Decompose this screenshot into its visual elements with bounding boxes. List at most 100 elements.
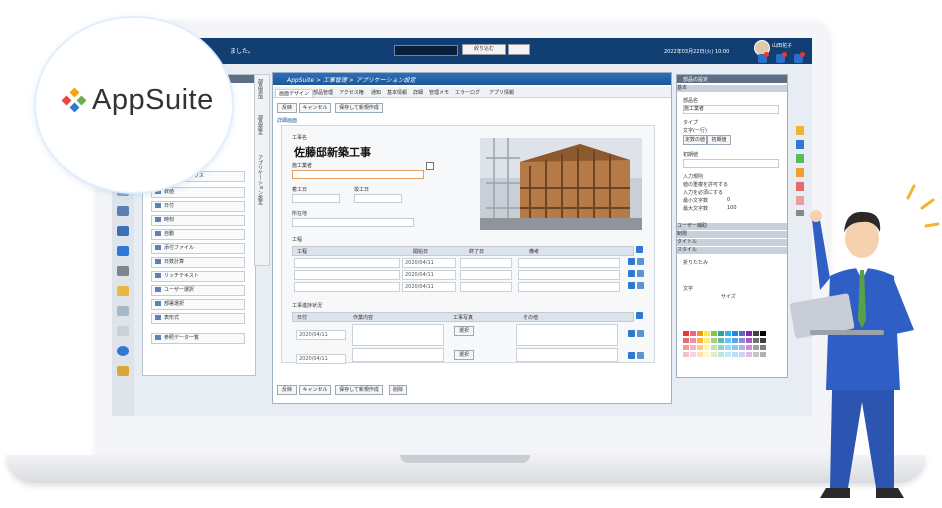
lock-icon[interactable] bbox=[117, 366, 129, 376]
contractor-input[interactable] bbox=[292, 170, 424, 179]
process-name-cell[interactable] bbox=[294, 282, 400, 292]
section-limit[interactable]: 制限 bbox=[677, 231, 787, 238]
required-checkbox[interactable]: 入力を必須にする bbox=[683, 189, 723, 196]
copy-icon[interactable] bbox=[637, 352, 644, 359]
color-swatch[interactable] bbox=[753, 338, 759, 343]
add-row-icon[interactable] bbox=[636, 312, 643, 319]
color-swatch[interactable] bbox=[711, 352, 717, 357]
folder-icon[interactable] bbox=[117, 286, 129, 296]
form-tab[interactable]: 詳細画面 bbox=[277, 117, 297, 124]
color-swatch[interactable] bbox=[683, 345, 689, 350]
tab-access[interactable]: アクセス権 bbox=[339, 89, 364, 96]
color-swatch[interactable] bbox=[718, 331, 724, 336]
color-swatch[interactable] bbox=[704, 331, 710, 336]
color-swatch[interactable] bbox=[683, 352, 689, 357]
color-swatch[interactable] bbox=[732, 345, 738, 350]
message-icon[interactable] bbox=[776, 52, 787, 63]
process-start-cell[interactable]: 2020/04/11 bbox=[402, 282, 456, 292]
color-swatch[interactable] bbox=[683, 331, 689, 336]
process-name-cell[interactable] bbox=[294, 258, 400, 268]
palette-item[interactable]: 自動 bbox=[151, 229, 245, 240]
select-photo-button[interactable]: 選択 bbox=[454, 326, 474, 336]
color-swatch[interactable] bbox=[725, 352, 731, 357]
color-swatch[interactable] bbox=[690, 352, 696, 357]
section-basic[interactable]: 基本 bbox=[677, 85, 787, 92]
palette-item[interactable]: 添付ファイル bbox=[151, 243, 245, 254]
tag-yellow[interactable] bbox=[796, 126, 804, 135]
color-swatch[interactable] bbox=[718, 352, 724, 357]
color-swatch[interactable] bbox=[753, 352, 759, 357]
section-title[interactable]: タイトル bbox=[677, 239, 787, 246]
process-note-cell[interactable] bbox=[518, 270, 620, 280]
color-swatch[interactable] bbox=[690, 331, 696, 336]
tab-parts[interactable]: 部品管理 bbox=[313, 89, 333, 96]
tab-basic[interactable]: 基本情報 bbox=[387, 89, 407, 96]
color-swatch[interactable] bbox=[683, 338, 689, 343]
copy-icon[interactable] bbox=[637, 282, 644, 289]
color-swatch[interactable] bbox=[690, 345, 696, 350]
add-row-icon[interactable] bbox=[636, 246, 643, 253]
color-swatch[interactable] bbox=[711, 331, 717, 336]
palette-item[interactable]: 部署選択 bbox=[151, 299, 245, 310]
color-swatch[interactable] bbox=[739, 338, 745, 343]
color-swatch[interactable] bbox=[732, 352, 738, 357]
palette-item[interactable]: ユーザー選択 bbox=[151, 285, 245, 296]
color-swatch[interactable] bbox=[760, 331, 766, 336]
color-swatch[interactable] bbox=[732, 338, 738, 343]
process-end-cell[interactable] bbox=[460, 270, 512, 280]
color-swatch[interactable] bbox=[690, 338, 696, 343]
palette-item[interactable]: リッチテキスト bbox=[151, 271, 245, 282]
address-input[interactable] bbox=[292, 218, 414, 227]
process-start-cell[interactable]: 2020/04/11 bbox=[402, 258, 456, 268]
color-swatch[interactable] bbox=[697, 331, 703, 336]
progress-work-cell[interactable] bbox=[352, 324, 444, 346]
tag-orange[interactable] bbox=[796, 168, 804, 177]
vtab-part-settings[interactable]: 部品設定 bbox=[257, 115, 264, 135]
color-swatch[interactable] bbox=[746, 352, 752, 357]
palette-item[interactable]: 日数計算 bbox=[151, 257, 245, 268]
color-swatch[interactable] bbox=[704, 338, 710, 343]
process-note-cell[interactable] bbox=[518, 282, 620, 292]
color-swatch[interactable] bbox=[739, 331, 745, 336]
add-icon[interactable] bbox=[628, 282, 635, 289]
color-swatch[interactable] bbox=[718, 345, 724, 350]
color-swatch[interactable] bbox=[746, 345, 752, 350]
process-name-cell[interactable] bbox=[294, 270, 400, 280]
footer-save-and-new-button[interactable]: 保存して新規作成 bbox=[335, 385, 383, 395]
color-swatch[interactable] bbox=[697, 352, 703, 357]
help-icon[interactable] bbox=[117, 346, 129, 356]
color-swatch[interactable] bbox=[753, 345, 759, 350]
palette-item[interactable]: 時刻 bbox=[151, 215, 245, 226]
color-swatch[interactable] bbox=[753, 331, 759, 336]
footer-delete-button[interactable]: 削除 bbox=[389, 385, 407, 395]
process-start-cell[interactable]: 2020/04/11 bbox=[402, 270, 456, 280]
progress-other-cell[interactable] bbox=[516, 348, 618, 362]
default-input[interactable] bbox=[683, 159, 779, 168]
printer-icon[interactable] bbox=[117, 246, 129, 256]
process-end-cell[interactable] bbox=[460, 258, 512, 268]
section-style[interactable]: スタイル bbox=[677, 247, 787, 254]
color-swatch[interactable] bbox=[725, 331, 731, 336]
palette-item[interactable]: 表形式 bbox=[151, 313, 245, 324]
copy-icon[interactable] bbox=[637, 270, 644, 277]
tab-app-info[interactable]: アプリ情報 bbox=[489, 89, 514, 96]
min-length-value[interactable]: 0 bbox=[727, 197, 730, 203]
cancel-button[interactable]: キャンセル bbox=[299, 103, 331, 113]
color-swatch[interactable] bbox=[704, 345, 710, 350]
copy-icon[interactable] bbox=[637, 258, 644, 265]
progress-date-cell[interactable]: 2020/04/11 bbox=[296, 354, 346, 364]
settings-icon[interactable] bbox=[426, 162, 434, 170]
notification-icon[interactable] bbox=[758, 52, 769, 63]
color-swatch[interactable] bbox=[760, 345, 766, 350]
progress-date-cell[interactable]: 2020/04/11 bbox=[296, 330, 346, 340]
user-name[interactable]: 山田花子 bbox=[772, 42, 792, 49]
color-swatch[interactable] bbox=[697, 345, 703, 350]
footer-apply-button[interactable]: 反映 bbox=[277, 385, 297, 395]
vtab-add-parts[interactable]: 部品追加 bbox=[257, 79, 264, 99]
color-swatch[interactable] bbox=[711, 345, 717, 350]
save-and-new-button[interactable]: 保存して新規作成 bbox=[335, 103, 383, 113]
palette-item[interactable]: 参照データ一覧 bbox=[151, 333, 245, 344]
color-swatch[interactable] bbox=[704, 352, 710, 357]
select-photo-button[interactable]: 選択 bbox=[454, 350, 474, 360]
initial-value-button[interactable]: 初期値 bbox=[707, 135, 731, 145]
